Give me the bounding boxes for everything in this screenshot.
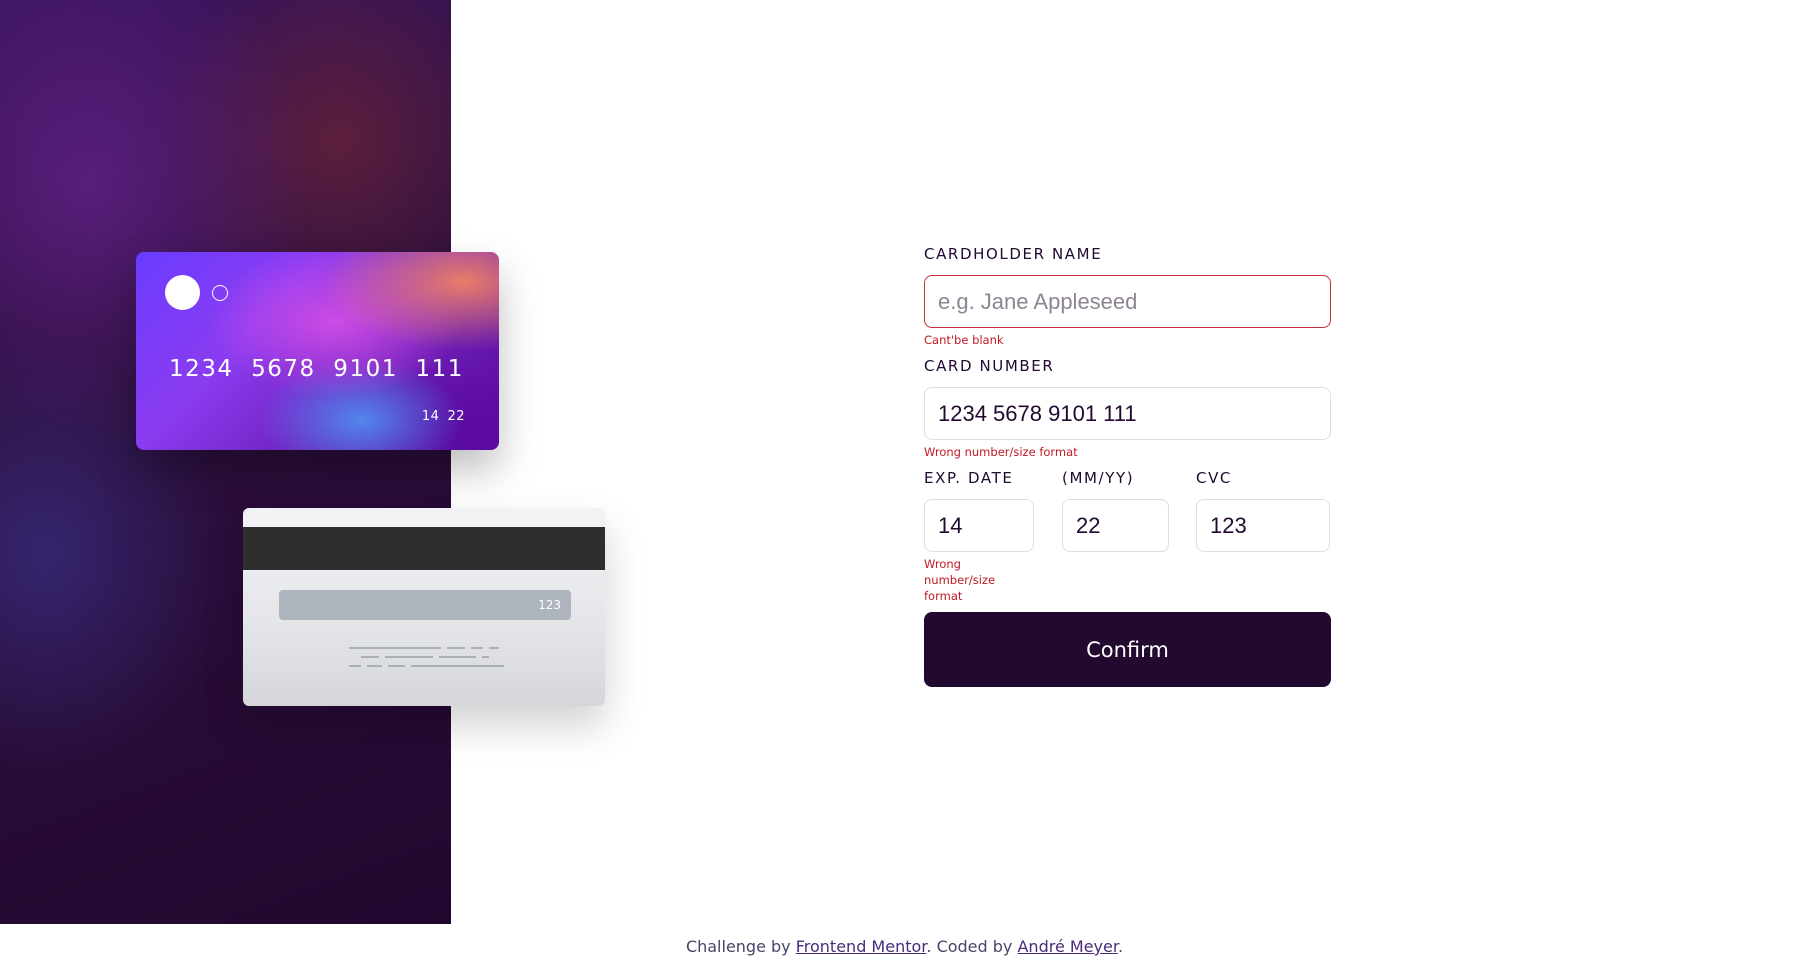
- exp-month-error: Wrong number/size format: [924, 557, 996, 603]
- card-logo-ring-icon: [212, 285, 228, 301]
- attribution-footer: Challenge by Frontend Mentor. Coded by A…: [0, 937, 1809, 956]
- cvc-label: CVC: [1196, 469, 1233, 487]
- card-front-number: 1234 5678 9101 111: [169, 356, 464, 382]
- card-back-decoration-lines: [349, 647, 504, 674]
- cardholder-name-input[interactable]: [924, 275, 1331, 328]
- footer-prefix: Challenge by: [685, 937, 796, 956]
- cvc-input[interactable]: [1196, 499, 1330, 552]
- exp-month-input[interactable]: [924, 499, 1034, 552]
- background-panel: [0, 0, 451, 924]
- exp-year-input[interactable]: [1062, 499, 1169, 552]
- footer-suffix: .: [1117, 937, 1124, 956]
- card-number-input[interactable]: [924, 387, 1331, 440]
- card-back: 123: [243, 508, 605, 706]
- card-number-label: Card Number: [924, 357, 1055, 375]
- footer-middle: . Coded by: [926, 937, 1018, 956]
- card-details-form: Cardholder Name Cant'be blank Card Numbe…: [924, 245, 1331, 687]
- exp-date-label: Exp. Date: [924, 469, 1014, 487]
- card-number-error: Wrong number/size format: [924, 445, 1078, 459]
- expiry-cvc-row: Exp. Date Wrong number/size format (MM/Y…: [924, 469, 1331, 604]
- magnetic-stripe: [243, 527, 605, 570]
- page: 1234 5678 9101 111 14 22 123 Cardholder …: [0, 0, 1809, 963]
- confirm-button[interactable]: Confirm: [924, 612, 1331, 687]
- exp-year-field: (MM/YY): [1062, 469, 1169, 604]
- card-back-cvc: 123: [538, 598, 561, 612]
- card-front: 1234 5678 9101 111 14 22: [136, 252, 499, 450]
- cardholder-name-error: Cant'be blank: [924, 333, 1004, 347]
- card-front-expiry: 14 22: [422, 409, 465, 424]
- card-back-cvc-strip: 123: [279, 590, 571, 620]
- card-number-field: Card Number Wrong number/size format: [924, 357, 1331, 460]
- exp-month-field: Exp. Date Wrong number/size format: [924, 469, 1034, 604]
- card-front-exp-year: 22: [447, 409, 465, 424]
- author-link[interactable]: André Meyer: [1017, 937, 1117, 956]
- card-front-exp-month: 14: [421, 409, 440, 424]
- exp-format-label: (MM/YY): [1062, 469, 1135, 487]
- cvc-field: CVC: [1196, 469, 1330, 604]
- frontend-mentor-link[interactable]: Frontend Mentor: [796, 937, 927, 956]
- card-logo-circle-icon: [165, 275, 200, 310]
- cardholder-name-field: Cardholder Name Cant'be blank: [924, 245, 1331, 348]
- cardholder-name-label: Cardholder Name: [924, 245, 1103, 263]
